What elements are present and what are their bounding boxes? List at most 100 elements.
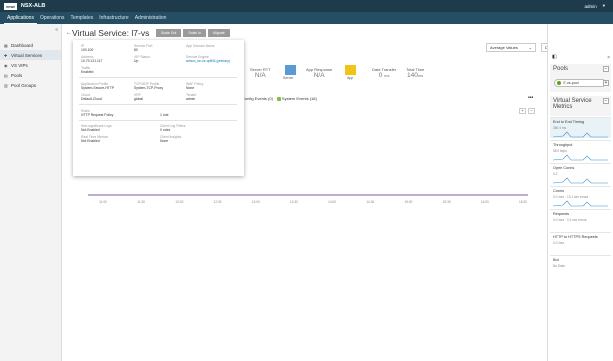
sidebar: « ▦ Dashboard ✚ Virtual Services ◉ VS VIPs … [0,24,62,361]
pools-section: Pools − l7-vs-pool + [550,64,611,92]
popup-field-service-engine: Service Engine avisvc_se-ce-qr8h3-(primar… [186,55,230,63]
vs-details-popup: IP 100.100 Service Port 80 App Domain Name… [73,40,244,176]
zoom-in-icon[interactable]: + [519,108,526,114]
sidebar-item-virtual-services[interactable]: ✚ Virtual Services [0,50,61,60]
sparkline [552,153,608,161]
popup-field-client-log-filters: Client Log Filters 0 rules [160,124,185,132]
popup-field-app-profile: Application Profile System-Secure-HTTP [81,82,114,90]
x-tick-label: 12:00 [175,200,183,204]
field-value: 80 [134,48,138,52]
tab-administration[interactable]: Administration [132,12,170,24]
x-tick-label: 16:00 [481,200,489,204]
zoom-out-icon[interactable]: − [528,108,535,114]
sparkline [552,199,608,207]
system-events-label: System Events (16) [281,96,317,101]
x-tick-label: 13:30 [290,200,298,204]
sidebar-item-pools[interactable]: ▤ Pools [0,70,61,80]
server-rtt-metric: Server RTT N/A [250,67,271,79]
pool-chip[interactable]: l7-vs-pool [554,79,606,87]
field-value: System-Secure-HTTP [81,86,115,90]
app-response-metric: App Response N/A [306,67,332,79]
close-icon[interactable]: × [607,55,610,61]
vs-metric-item[interactable]: Conns 0.0 /sec · 13.1 sec errors [550,186,611,207]
chart-x-axis: 11:00 11:30 12:00 12:30 13:00 13:30 14:00 14:30… [99,200,527,204]
x-tick-label: 16:30 [519,200,527,204]
field-value: Default-Cloud [81,97,102,101]
popup-field-client-insights: Client Insights None [160,135,181,143]
main-nav: Applications Operations Templates Infras… [0,12,613,24]
sidebar-item-label: VS VIPs [11,62,28,68]
x-tick-label: 14:00 [328,200,336,204]
field-value: Not Enabled [81,139,100,143]
field-value: 0 rules [160,128,171,132]
system-events-toggle[interactable]: System Events (16) [276,96,317,101]
more-options-icon[interactable]: ••• [528,95,533,101]
field-label: App Domain Name [186,44,215,48]
service-engine-link[interactable]: avisvc_se-ce-qr8h3-(primary) [186,59,230,63]
popup-field-realtime-metrics: Real Time Metrics Not Enabled [81,135,108,143]
divider [79,77,237,78]
collapse-icon[interactable]: − [603,66,609,72]
tab-operations[interactable]: Operations [37,12,67,24]
average-values-label: Average Values [490,45,518,50]
sidebar-item-label: Virtual Services [11,52,43,58]
collapse-panel-icon[interactable]: ◧ [552,54,557,60]
x-tick-label: 13:00 [252,200,260,204]
tab-infrastructure[interactable]: Infrastructure [96,12,131,24]
scale-in-button[interactable]: Scale In [183,29,207,37]
popup-field-vip-status: VIP Status Up [134,55,150,63]
user-name[interactable]: admin [584,4,596,9]
metric-unit: ms [417,73,424,78]
system-events-icon [276,96,281,101]
divider [79,120,237,121]
sidebar-item-vs-vips[interactable]: ◉ VS VIPs [0,60,61,70]
collapse-sidebar-icon[interactable]: « [55,27,58,33]
popup-field-cloud: Cloud Default-Cloud [81,93,102,101]
chevron-down-icon[interactable]: ▾ [603,3,605,9]
sparkline [552,176,608,184]
migrate-button[interactable]: Migrate [208,29,230,37]
popup-field-address: Address 10.79.121.117 [81,55,102,63]
field-value: None [186,86,195,90]
vs-metric-item[interactable]: Open Conns 0.2 [550,163,611,184]
server-metric-label: Server [283,76,294,80]
right-panel: ◧ × Pools − l7-vs-pool + Virtual Service… [547,24,613,361]
pools-title: Pools [553,66,569,72]
user-menu[interactable]: admin ▾ [584,3,605,9]
vs-metric-item[interactable]: HTTP to HTTPS Requests 0.0 /sec [550,232,611,253]
scale-out-button[interactable]: Scale Out [156,29,182,37]
sidebar-item-label: Pool Groups [11,82,37,88]
sidebar-item-pool-groups[interactable]: ▥ Pool Groups [0,80,61,90]
popup-field-waf-policy: WAF Policy None [186,82,203,90]
tab-templates[interactable]: Templates [67,12,96,24]
data-transfer-metric: Data Transfer 0 ms [372,67,396,79]
vs-metric-item[interactable]: End to End Timing 380.4 ms [550,117,611,138]
pool-icon: ▤ [4,72,8,78]
vs-metrics-header: Virtual Service Metrics − [550,96,611,116]
collapse-icon[interactable]: − [603,98,609,104]
popup-field-tcp-profile: TCP/UDP Profile System-TCP-Proxy [134,82,163,90]
metric-value: N/A [254,72,266,79]
popup-field-ip: IP 100.100 [81,44,93,52]
expand-icon[interactable]: + [603,80,609,86]
field-value: Up [134,59,139,63]
field-value: Not Enabled [81,128,100,132]
vs-metric-item[interactable]: Requests 0.0 /sec · 0.1 sec errors [550,209,611,230]
vs-metric-item[interactable]: Bot No Data [550,255,611,276]
pool-name: l7-vs-pool [563,81,579,85]
app-metric-icon [345,65,356,75]
field-value: None [160,139,169,143]
product-name: NSX-ALB [20,3,46,9]
metric-number: 140 [407,72,418,79]
vs-metric-name: End to End Timing [553,120,585,124]
dashboard-icon: ▦ [4,42,8,48]
tab-applications[interactable]: Applications [4,12,37,24]
vs-metric-value: No Data [553,264,565,268]
average-values-select[interactable]: Average Values ⌄ [486,43,536,52]
sidebar-item-dashboard[interactable]: ▦ Dashboard [0,40,61,50]
vs-metric-item[interactable]: Throughput 58.9 kbps [550,140,611,161]
popup-field-rules: Rules HTTP Request Policy [81,109,113,117]
vmware-logo: vmw [4,2,17,10]
x-tick-label: 12:30 [214,200,222,204]
vs-metrics-title: Virtual Service Metrics [553,98,592,110]
